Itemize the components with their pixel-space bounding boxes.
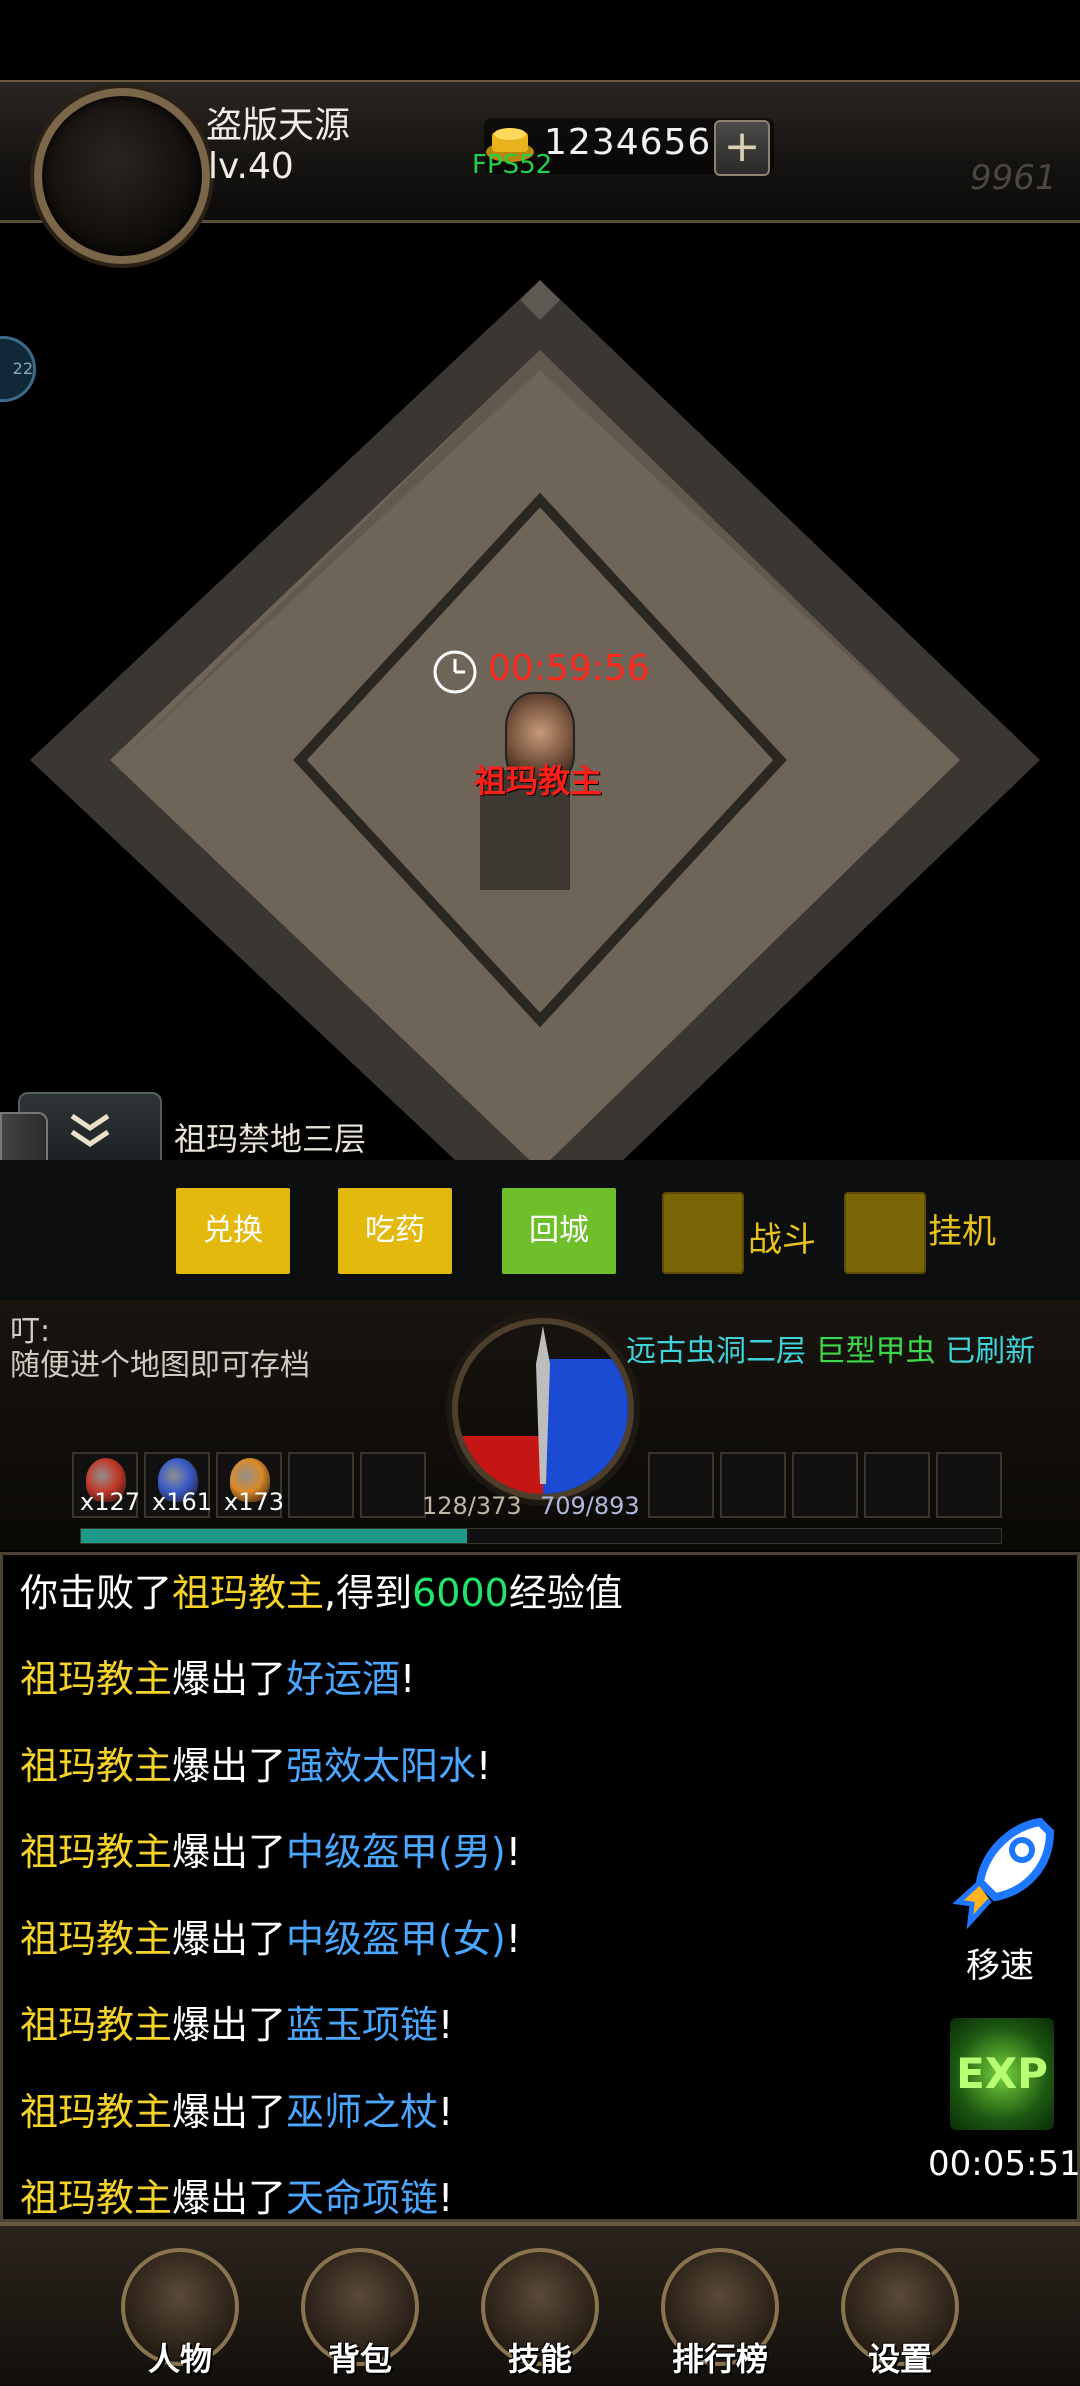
chat-text: 爆出了 (172, 2176, 287, 2220)
potion-quantity: x161 (152, 1488, 213, 1516)
chat-text: ! (400, 1657, 416, 1701)
mp-value: 709/893 (540, 1492, 640, 1520)
chat-line-drop: 祖玛教主爆出了巫师之杖! (20, 2081, 453, 2136)
chat-line-drop: 祖玛教主爆出了好运酒! (20, 1648, 415, 1703)
chat-line-drop: 祖玛教主爆出了中级盔甲(女)! (20, 1908, 521, 1963)
gold-amount: 12346563 (544, 122, 736, 163)
chat-line-drop: 祖玛教主爆出了蓝玉项链! (20, 1994, 453, 2049)
exp-boost-timer: 00:05:51 (928, 2144, 1080, 2184)
chat-text: ! (505, 1830, 521, 1874)
power-number: 9961 (970, 158, 1057, 198)
notice-status: 已刷新 (945, 1334, 1036, 1369)
chat-item-link[interactable]: 天命项链 (286, 2176, 438, 2220)
chat-line-drop: 祖玛教主爆出了中级盔甲(男)! (20, 1821, 521, 1876)
chat-boss: 祖玛教主 (20, 2089, 173, 2134)
system-tip: 随便进个地图即可存档 (10, 1348, 310, 1383)
chat-line-defeat: 你击败了祖玛教主,得到6000经验值 (20, 1562, 623, 1617)
use-potion-button[interactable]: 吃药 (338, 1188, 452, 1274)
exp-bar (80, 1528, 1002, 1544)
boss-name-label: 祖玛教主 (474, 762, 603, 800)
chat-line-drop: 祖玛教主爆出了强效太阳水! (20, 1735, 491, 1790)
chat-text: ! (505, 1916, 521, 1961)
player-level: lv.40 (208, 146, 294, 187)
quick-slot[interactable] (792, 1452, 858, 1518)
notice-map: 远古虫洞二层 (626, 1334, 806, 1369)
chat-text: 爆出了 (172, 1743, 287, 1788)
exp-bar-fill (81, 1529, 468, 1543)
nav-skills-label: 技能 (507, 2340, 572, 2378)
chat-text: 爆出了 (172, 1657, 287, 1701)
quick-slot-bar: x127 x161 x173 (72, 1452, 1002, 1520)
chat-item-link[interactable]: 强效太阳水 (286, 1744, 476, 1788)
nav-settings-label: 设置 (867, 2340, 932, 2378)
chat-text: 爆出了 (172, 2003, 287, 2047)
chat-boss: 祖玛教主 (20, 1657, 173, 1701)
chat-text: 爆出了 (172, 1830, 287, 1874)
rocket-icon[interactable] (950, 1812, 1060, 1932)
chat-boss: 祖玛教主 (20, 1830, 173, 1874)
map-name: 祖玛禁地三层 (174, 1120, 367, 1158)
chat-text: ,得到 (324, 1571, 413, 1615)
nav-ranking-label: 排行榜 (671, 2340, 768, 2378)
chat-text: ! (438, 2003, 454, 2047)
quick-slot[interactable]: x127 (72, 1452, 141, 1518)
fps-counter: FPS52 (472, 150, 553, 180)
chat-text: 你击败了 (20, 1571, 173, 1615)
clock-icon (433, 650, 477, 694)
exchange-button[interactable]: 兑换 (176, 1188, 290, 1274)
speed-label[interactable]: 移速 (966, 1938, 1034, 1987)
chat-text: ! (438, 2089, 454, 2134)
quick-slot[interactable] (648, 1452, 714, 1518)
chat-line-drop: 祖玛教主爆出了天命项链! (20, 2167, 453, 2222)
chat-text: 经验值 (508, 1571, 623, 1615)
notice-boss: 巨型甲虫 (815, 1334, 936, 1369)
chat-item-link[interactable]: 好运酒 (286, 1657, 400, 1701)
quick-slot[interactable] (288, 1452, 354, 1518)
auto-idle-label: 挂机 (928, 1212, 996, 1252)
quick-slot[interactable] (864, 1452, 930, 1518)
quick-slot[interactable] (360, 1452, 426, 1518)
chat-boss: 祖玛教主 (172, 1571, 325, 1615)
fight-label: 战斗 (748, 1220, 816, 1260)
chat-text: 爆出了 (172, 2089, 287, 2134)
quick-slot[interactable]: x161 (144, 1452, 213, 1518)
chat-boss: 祖玛教主 (20, 2003, 173, 2047)
quick-slot[interactable]: x173 (216, 1452, 285, 1518)
chat-item-link[interactable]: 中级盔甲(男) (286, 1830, 506, 1874)
fight-checkbox[interactable] (662, 1192, 744, 1274)
avatar[interactable] (34, 88, 210, 264)
chat-boss: 祖玛教主 (20, 2176, 173, 2220)
chat-text: 爆出了 (172, 1916, 287, 1961)
quick-slot[interactable] (936, 1452, 1002, 1518)
chat-item-link[interactable]: 蓝玉项链 (286, 2003, 438, 2047)
quick-slot[interactable] (720, 1452, 786, 1518)
hp-value: 128/373 (422, 1492, 522, 1520)
chat-exp-value: 6000 (412, 1571, 509, 1615)
chat-boss: 祖玛教主 (20, 1916, 173, 1961)
chat-text: ! (438, 2176, 454, 2220)
chat-text: ! (476, 1743, 492, 1788)
potion-quantity: x127 (80, 1488, 141, 1516)
chat-item-link[interactable]: 巫师之杖 (286, 2090, 438, 2134)
nav-character-label: 人物 (147, 2340, 212, 2378)
exp-boost-button[interactable]: EXP (950, 2018, 1054, 2130)
chat-item-link[interactable]: 中级盔甲(女) (286, 1917, 506, 1961)
chat-boss: 祖玛教主 (20, 1743, 173, 1788)
nav-bag-label: 背包 (327, 2340, 392, 2378)
auto-idle-checkbox[interactable] (844, 1192, 926, 1274)
return-city-button[interactable]: 回城 (502, 1188, 616, 1274)
boss-timer: 00:59:56 (488, 648, 650, 689)
add-gold-button[interactable]: + (714, 120, 770, 176)
player-name: 盗版天源 (206, 105, 351, 146)
potion-quantity: x173 (224, 1488, 285, 1516)
boss-refresh-notice: 远古虫洞二层 巨型甲虫 已刷新 (626, 1326, 1035, 1370)
